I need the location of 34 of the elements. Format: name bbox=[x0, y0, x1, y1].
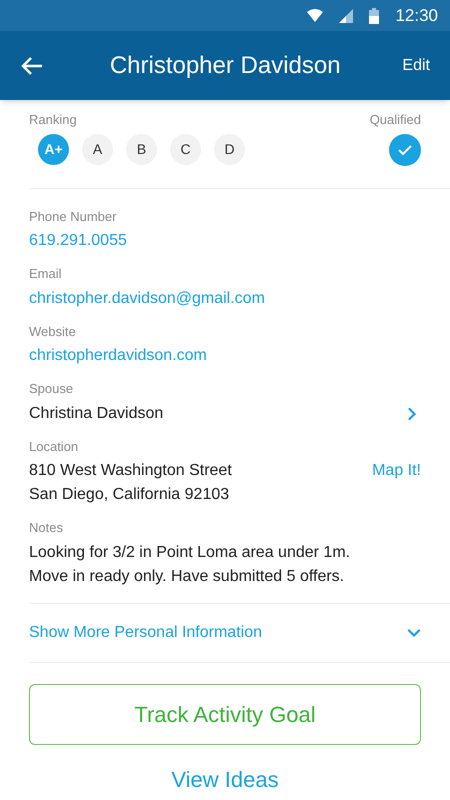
qualified-checkbox[interactable] bbox=[389, 134, 421, 166]
back-arrow-icon bbox=[20, 56, 44, 76]
field-value: Christina Davidson bbox=[29, 404, 164, 424]
ranking-option[interactable]: A bbox=[82, 134, 113, 164]
field-label: Website bbox=[29, 322, 77, 340]
wifi-icon bbox=[307, 8, 324, 22]
edit-button[interactable]: Edit bbox=[402, 54, 434, 78]
field-link[interactable]: 619.291.0055 bbox=[29, 229, 127, 253]
status-time: 12:30 bbox=[395, 4, 438, 27]
view-ideas-link[interactable]: View Ideas bbox=[171, 762, 279, 796]
field-label: Phone Number bbox=[29, 208, 118, 226]
field-label: Email bbox=[29, 265, 63, 283]
ranking-label: Ranking bbox=[29, 111, 78, 129]
field-value: 810 West Washington Street bbox=[29, 461, 232, 481]
field-label: Notes bbox=[29, 519, 64, 537]
field-value: San Diego, California 92103 bbox=[29, 485, 230, 505]
ranking-option[interactable]: B bbox=[126, 134, 157, 164]
field-label: Location bbox=[29, 438, 80, 456]
ranking-option[interactable]: C bbox=[170, 134, 201, 164]
field-value: Move in ready only. Have submitted 5 offers. bbox=[29, 566, 346, 586]
field-label: Spouse bbox=[29, 380, 74, 398]
ranking-option[interactable]: A+ bbox=[38, 134, 69, 164]
field-link[interactable]: christopherdavidson.com bbox=[29, 344, 207, 368]
signal-icon bbox=[339, 8, 354, 22]
contact-name-title: Christopher Davidson bbox=[108, 50, 342, 80]
checkmark-icon bbox=[398, 144, 412, 156]
map-it-button[interactable]: Map It! bbox=[372, 459, 421, 483]
qualified-label: Qualified bbox=[370, 111, 421, 129]
show-more-toggle[interactable]: Show More Personal Information bbox=[0, 604, 450, 662]
field-value: Looking for 3/2 in Point Loma area under 1m. bbox=[29, 542, 350, 562]
track-activity-goal-button[interactable]: Track Activity Goal bbox=[29, 684, 421, 744]
field-link[interactable]: christopher.davidson@gmail.com bbox=[29, 286, 265, 310]
ranking-option[interactable]: D bbox=[214, 134, 245, 164]
battery-icon bbox=[369, 8, 380, 24]
